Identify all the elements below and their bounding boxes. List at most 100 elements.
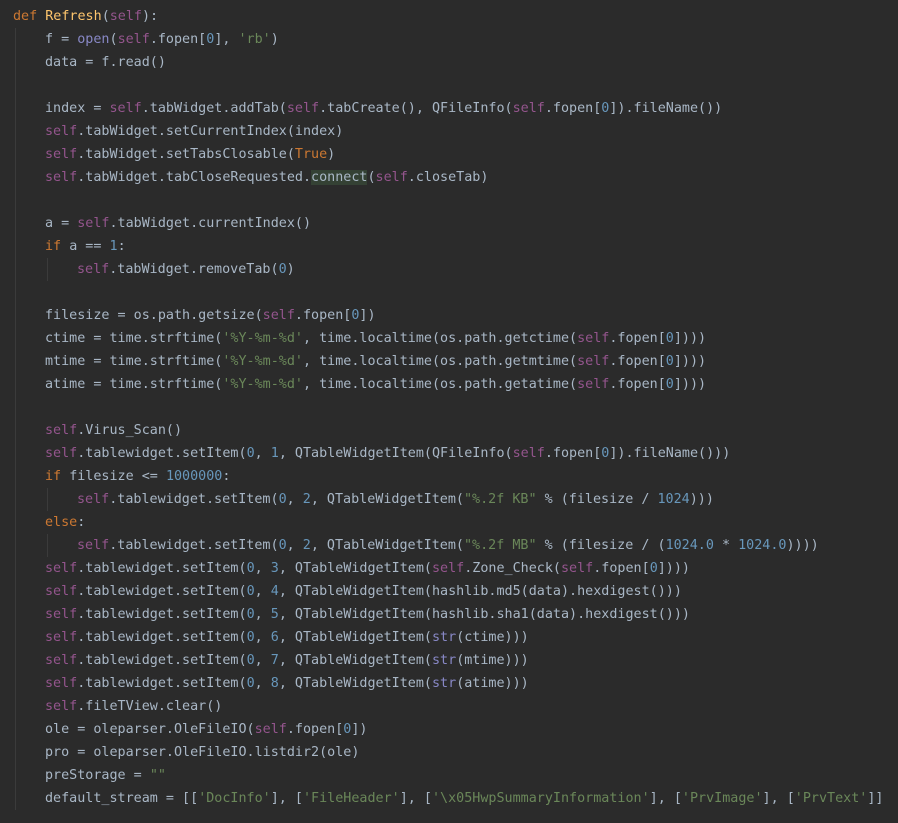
code-token-str: "": [149, 768, 166, 783]
code-token-plain: , QTableWidgetItem(hashlib.sha1(data).he…: [278, 607, 690, 622]
code-token-plain: .tabCreate(), QFileInfo(: [319, 101, 513, 116]
code-token-plain: ], [: [270, 791, 303, 806]
code-line[interactable]: if filesize <= 1000000:: [45, 465, 230, 488]
code-token-plain: (: [101, 9, 110, 24]
code-line[interactable]: mtime = time.strftime('%Y-%m-%d', time.l…: [45, 350, 706, 373]
code-line[interactable]: self.tablewidget.setItem(0, 4, QTableWid…: [45, 580, 682, 603]
code-token-plain: .tabWidget.setTabsClosable(: [77, 147, 295, 162]
code-line[interactable]: else:: [45, 511, 85, 534]
code-token-plain: ole = oleparser.OleFileIO(: [45, 722, 255, 737]
code-token-plain: .tabWidget.currentIndex(): [109, 216, 312, 231]
code-token-plain: % (filesize / (: [536, 538, 666, 553]
code-token-num: 0: [665, 331, 674, 346]
code-line[interactable]: self.tablewidget.setItem(0, 3, QTableWid…: [45, 557, 690, 580]
indent-guide: [47, 258, 48, 281]
code-line[interactable]: self.tablewidget.setItem(0, 1, QTableWid…: [45, 442, 730, 465]
code-line[interactable]: self.tabWidget.tabCloseRequested.connect…: [45, 166, 488, 189]
code-token-str: '%Y-%m-%d': [222, 331, 303, 346]
code-token-plain: ]))): [673, 377, 707, 392]
code-token-plain: ): [270, 32, 279, 47]
code-token-kw: if: [45, 239, 70, 254]
code-token-plain: pro = oleparser.OleFileIO.listdir2(ole): [45, 745, 360, 760]
code-line[interactable]: if a == 1:: [45, 235, 126, 258]
code-line[interactable]: pro = oleparser.OleFileIO.listdir2(ole): [45, 741, 359, 764]
code-token-str: '%Y-%m-%d': [222, 354, 303, 369]
code-token-builtin: str: [432, 676, 457, 691]
code-token-plain: .fopen[: [609, 354, 666, 369]
code-token-plain: ))): [689, 492, 714, 507]
code-token-self: self: [577, 331, 610, 346]
code-line[interactable]: filesize = os.path.getsize(self.fopen[0]…: [45, 304, 376, 327]
code-token-plain: , QTableWidgetItem(: [278, 630, 432, 645]
code-token-num: 1: [109, 239, 118, 254]
code-token-plain: (atime))): [456, 676, 529, 691]
code-token-plain: .fopen[: [149, 32, 207, 47]
code-token-num: 0: [246, 676, 255, 691]
code-line[interactable]: self.tabWidget.removeTab(0): [77, 258, 295, 281]
code-token-plain: ,: [254, 676, 271, 691]
code-line[interactable]: ole = oleparser.OleFileIO(self.fopen[0]): [45, 718, 367, 741]
code-token-plain: ctime = time.strftime(: [45, 331, 223, 346]
code-token-plain: , time.localtime(os.path.getctime(: [303, 331, 578, 346]
code-line[interactable]: data = f.read(): [45, 51, 166, 74]
code-line[interactable]: a = self.tabWidget.currentIndex(): [45, 212, 311, 235]
code-line[interactable]: self.tabWidget.setTabsClosable(True): [45, 143, 335, 166]
code-line[interactable]: preStorage = "": [45, 764, 166, 787]
code-token-self: self: [262, 308, 295, 323]
code-line[interactable]: ctime = time.strftime('%Y-%m-%d', time.l…: [45, 327, 706, 350]
code-token-plain: , QTableWidgetItem(: [278, 561, 432, 576]
code-token-plain: .fopen[: [593, 561, 650, 576]
code-token-plain: ], [: [399, 791, 432, 806]
code-token-num: 0: [246, 653, 255, 668]
code-token-self: self: [561, 561, 594, 576]
code-token-plain: , QTableWidgetItem(: [310, 538, 464, 553]
code-token-plain: ]): [359, 308, 376, 323]
code-line[interactable]: self.tablewidget.setItem(0, 7, QTableWid…: [45, 649, 529, 672]
code-token-self: self: [45, 124, 78, 139]
code-token-str: 'FileHeader': [303, 791, 400, 806]
code-line[interactable]: self.fileTView.clear(): [45, 695, 222, 718]
code-token-plain: mtime = time.strftime(: [45, 354, 223, 369]
code-line[interactable]: self.tablewidget.setItem(0, 6, QTableWid…: [45, 626, 529, 649]
code-line[interactable]: self.tabWidget.setCurrentIndex(index): [45, 120, 343, 143]
code-token-self: self: [375, 170, 408, 185]
code-token-kw: True: [294, 147, 328, 162]
code-token-plain: (: [109, 32, 118, 47]
code-line[interactable]: self.tablewidget.setItem(0, 2, QTableWid…: [77, 488, 714, 511]
code-line[interactable]: self.Virus_Scan(): [45, 419, 182, 442]
code-token-num: 2: [302, 492, 311, 507]
code-line[interactable]: self.tablewidget.setItem(0, 2, QTableWid…: [77, 534, 819, 557]
code-token-self: self: [577, 377, 610, 392]
code-token-kw: def: [13, 9, 46, 24]
code-token-self: self: [512, 101, 545, 116]
code-token-builtin: str: [432, 653, 457, 668]
code-token-num: 1024.0: [665, 538, 714, 553]
code-token-plain: .tablewidget.setItem(: [109, 492, 279, 507]
code-line[interactable]: default_stream = [['DocInfo'], ['FileHea…: [45, 787, 883, 810]
code-token-plain: ]).fileName())): [609, 446, 731, 461]
code-editor[interactable]: def Refresh(self): f = open(self.fopen[0]…: [0, 0, 898, 823]
code-token-plain: ],: [214, 32, 239, 47]
code-token-plain: ]): [351, 722, 368, 737]
code-token-plain: .tablewidget.setItem(: [77, 584, 247, 599]
code-token-num: 0: [665, 377, 674, 392]
code-line[interactable]: f = open(self.fopen[0], 'rb'): [45, 28, 279, 51]
code-token-num: 0: [665, 354, 674, 369]
code-line[interactable]: index = self.tabWidget.addTab(self.tabCr…: [45, 97, 722, 120]
code-token-self: self: [45, 630, 78, 645]
code-line[interactable]: self.tablewidget.setItem(0, 5, QTableWid…: [45, 603, 690, 626]
code-line[interactable]: atime = time.strftime('%Y-%m-%d', time.l…: [45, 373, 706, 396]
code-token-self: self: [45, 676, 78, 691]
code-token-num: 1024.0: [738, 538, 787, 553]
code-token-self: self: [77, 262, 110, 277]
code-line[interactable]: self.tablewidget.setItem(0, 8, QTableWid…: [45, 672, 529, 695]
code-token-plain: ]))): [673, 354, 707, 369]
code-token-fn: Refresh: [45, 9, 102, 24]
code-token-plain: ,: [254, 607, 271, 622]
code-token-self: self: [432, 561, 465, 576]
code-token-plain: , QTableWidgetItem(: [310, 492, 464, 507]
code-token-self: self: [45, 446, 78, 461]
code-line[interactable]: def Refresh(self):: [13, 5, 158, 28]
code-token-plain: .fopen[: [609, 377, 666, 392]
code-token-plain: .tabWidget.tabCloseRequested.: [77, 170, 312, 185]
